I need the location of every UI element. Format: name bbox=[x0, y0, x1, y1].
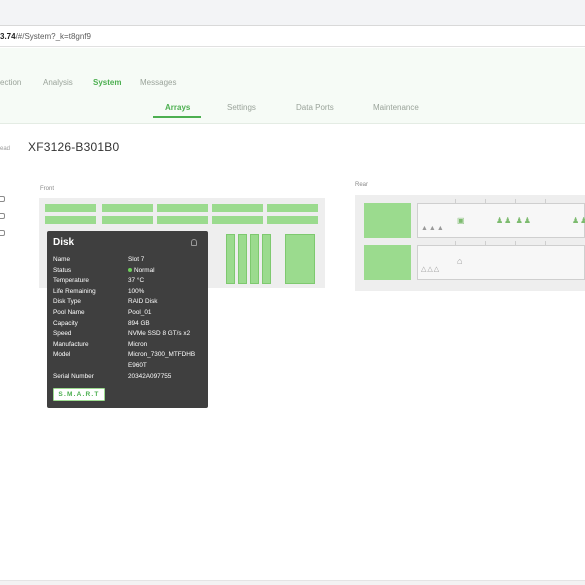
controller-bay-2[interactable] bbox=[417, 245, 585, 280]
app-header bbox=[0, 48, 585, 124]
bulb-icon[interactable] bbox=[0, 230, 5, 236]
sidebar-label: ead bbox=[0, 146, 11, 152]
locate-bulb-icon[interactable] bbox=[191, 239, 197, 246]
bottom-edge bbox=[0, 580, 585, 585]
rear-panel: ▲▲▲ ▣ ♟♟ ♟♟ ♟♟ △△△ ⌂ bbox=[355, 195, 585, 291]
usb-ports-icon: △△△ bbox=[421, 266, 441, 273]
tooltip-title: Disk bbox=[53, 237, 75, 248]
front-slot-mid-4[interactable] bbox=[212, 216, 263, 224]
front-slot-top-3[interactable] bbox=[157, 204, 208, 212]
front-slot-mid-1[interactable] bbox=[45, 216, 96, 224]
url-host: 3.74 bbox=[0, 32, 16, 41]
nav-item-analysis[interactable]: Analysis bbox=[43, 78, 73, 87]
psu-2[interactable] bbox=[364, 245, 411, 280]
disk-tooltip: Disk Name Slot 7 Status Normal Temperatu… bbox=[47, 231, 208, 408]
file-icon[interactable] bbox=[0, 213, 5, 219]
front-slot-top-5[interactable] bbox=[267, 204, 318, 212]
disk-slot[interactable] bbox=[250, 234, 259, 284]
front-slot-top-1[interactable] bbox=[45, 204, 96, 212]
front-slot-top-4[interactable] bbox=[212, 204, 263, 212]
side-toolbar bbox=[0, 196, 6, 247]
front-label: Front bbox=[40, 186, 55, 192]
network-link-icon: ▣ bbox=[457, 216, 466, 225]
nav-item-messages[interactable]: Messages bbox=[140, 78, 176, 87]
front-slot-mid-2[interactable] bbox=[102, 216, 153, 224]
front-slot-top-2[interactable] bbox=[102, 204, 153, 212]
device-title: XF3126-B301B0 bbox=[28, 140, 120, 154]
box-icon[interactable] bbox=[0, 196, 5, 202]
nav-item-system[interactable]: System bbox=[93, 78, 121, 87]
status-ok-icon bbox=[128, 268, 132, 273]
psu-1[interactable] bbox=[364, 203, 411, 238]
front-slot-mid-5[interactable] bbox=[267, 216, 318, 224]
network-ports-icon: ♟♟ bbox=[572, 216, 585, 225]
network-idle-icon: ⌂ bbox=[457, 256, 464, 266]
app-window: 3.74/#/System?_k=t8gnf9 ection Analysis … bbox=[0, 0, 585, 585]
disk-slot[interactable] bbox=[238, 234, 247, 284]
status-value: Normal bbox=[134, 267, 155, 274]
disk-slot[interactable] bbox=[262, 234, 271, 284]
front-slot-mid-3[interactable] bbox=[157, 216, 208, 224]
tab-settings[interactable]: Settings bbox=[227, 103, 256, 112]
disk-slot[interactable] bbox=[226, 234, 235, 284]
active-tab-underline bbox=[153, 116, 201, 118]
nav-item-protection[interactable]: ection bbox=[0, 78, 21, 87]
browser-tabstrip bbox=[0, 0, 585, 26]
rear-label: Rear bbox=[355, 182, 369, 188]
usb-ports-icon: ▲▲▲ bbox=[421, 225, 445, 232]
tab-maintenance[interactable]: Maintenance bbox=[373, 103, 419, 112]
url-path: /#/System?_k=t8gnf9 bbox=[15, 32, 91, 41]
network-ports-icon: ♟♟ ♟♟ bbox=[496, 216, 532, 225]
disk-slot[interactable] bbox=[285, 234, 315, 284]
tab-arrays[interactable]: Arrays bbox=[165, 103, 190, 112]
tab-data-ports[interactable]: Data Ports bbox=[296, 103, 334, 112]
smart-button[interactable]: S.M.A.R.T bbox=[53, 388, 105, 401]
address-bar[interactable]: 3.74/#/System?_k=t8gnf9 bbox=[0, 27, 585, 47]
